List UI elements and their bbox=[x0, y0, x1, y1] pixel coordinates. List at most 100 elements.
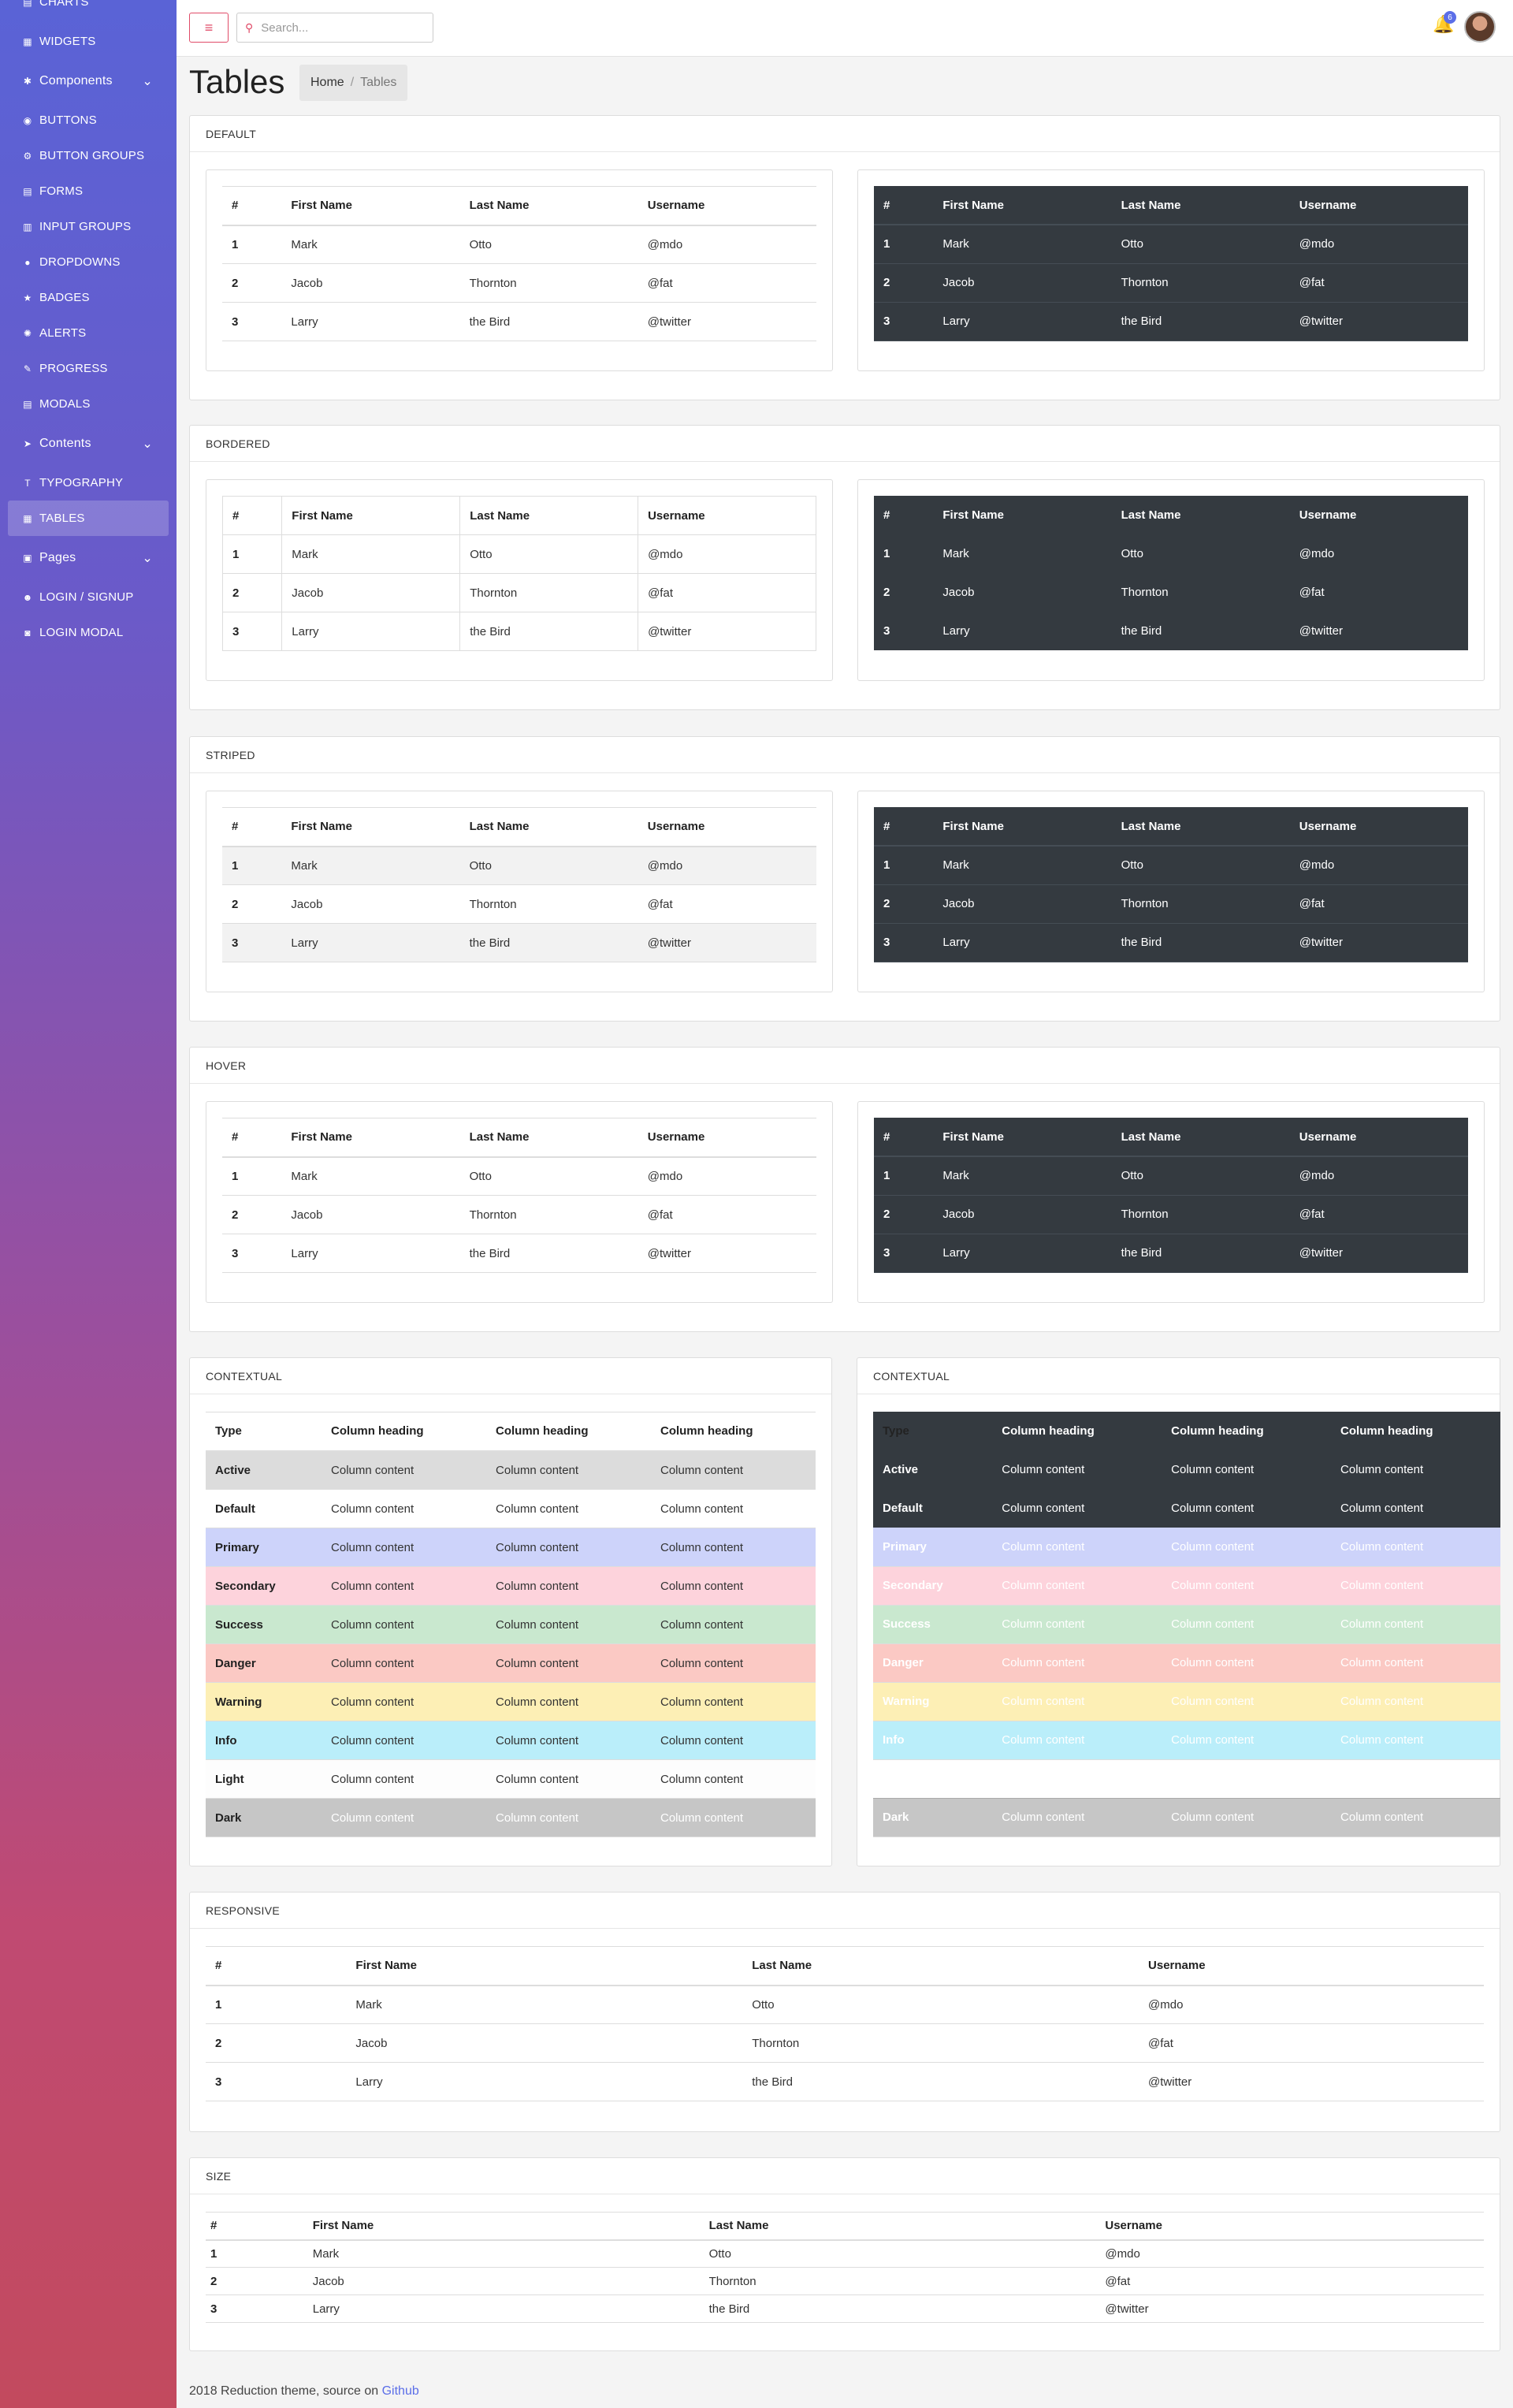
table-cell: @twitter bbox=[1100, 2294, 1484, 2323]
table-cell: @mdo bbox=[1100, 2239, 1484, 2268]
column-header: Username bbox=[638, 1118, 816, 1158]
table-cell: Thornton bbox=[742, 2023, 1139, 2063]
table-cell: 1 bbox=[222, 846, 282, 885]
login-icon: ☻ bbox=[22, 591, 33, 603]
table-cell: @twitter bbox=[1299, 624, 1343, 638]
table-cell: Otto bbox=[459, 1156, 638, 1196]
table-cell: Column content bbox=[650, 1566, 816, 1606]
table-cell: Column content bbox=[650, 1643, 816, 1683]
sidebar-item-button-groups[interactable]: ⚙ BUTTON GROUPS bbox=[8, 138, 169, 173]
table-row: 1 Mark Otto @mdo bbox=[874, 846, 1468, 885]
topbar: ≡ ⚲ Search... 🔔 6 bbox=[177, 0, 1513, 57]
sidebar-item-label: Contents bbox=[39, 436, 91, 450]
sidebar-item-modals[interactable]: ▤ MODALS bbox=[8, 386, 169, 422]
sidebar-item-contents[interactable]: ➤ Contents ⌄ bbox=[8, 426, 169, 461]
sidebar-item-input-groups[interactable]: ▥ INPUT GROUPS bbox=[8, 209, 169, 244]
table-cell: @mdo bbox=[1289, 1156, 1468, 1196]
table-cell: Column content bbox=[650, 1682, 816, 1721]
table-row-danger: Danger Column content Column content Column… bbox=[873, 1643, 1500, 1683]
section-title-hover: HOVER bbox=[190, 1048, 1500, 1084]
table-header-row: # First Name Last Name Username bbox=[222, 186, 816, 226]
table-cell: Column content bbox=[322, 1643, 487, 1683]
table-cell: the Bird bbox=[1111, 923, 1290, 962]
column-header: # bbox=[874, 807, 934, 847]
table-cell: 3 bbox=[874, 923, 934, 962]
row-type-label: Warning bbox=[206, 1682, 322, 1721]
table-row: 2 Jacob Thornton @fat bbox=[206, 2267, 1484, 2295]
table-cell: Column content bbox=[1162, 1605, 1332, 1644]
footer-text: 2018 Reduction theme, source on bbox=[189, 2384, 382, 2398]
table-row: 2 Jacob Thornton @fat bbox=[222, 1195, 816, 1234]
striped-table: # First Name Last Name Username 1 Mark Otto @md… bbox=[222, 807, 816, 962]
contextual-table-card: CONTEXTUAL Type Column heading Column head… bbox=[189, 1357, 832, 1866]
column-header: Type bbox=[206, 1412, 322, 1452]
menu-toggle-button[interactable]: ≡ bbox=[189, 13, 229, 43]
bordered-dark-table-panel: # First Name Last Name Username 1 Mark Otto @md… bbox=[857, 479, 1485, 681]
table-header-row: # First Name Last Name Username bbox=[222, 1118, 816, 1158]
sidebar-item-dropdowns[interactable]: ● DROPDOWNS bbox=[8, 244, 169, 280]
striped-tables-card: STRIPED # First Name Last Name Username 1 Mar… bbox=[189, 736, 1500, 1022]
table-cell: 1 bbox=[221, 534, 283, 574]
table-row: 2 Jacob Thornton @fat bbox=[206, 2023, 1484, 2063]
table-cell: Larry bbox=[281, 1234, 460, 1273]
column-header: Last Name bbox=[704, 2212, 1101, 2241]
table-cell: Column content bbox=[992, 1489, 1162, 1528]
row-type-label: Active bbox=[206, 1450, 322, 1490]
breadcrumb: Home / Tables bbox=[299, 65, 408, 101]
table-row: 2 Jacob Thornton @fat bbox=[221, 573, 816, 612]
table-cell: Column content bbox=[486, 1759, 651, 1799]
sidebar-item-alerts[interactable]: ✺ ALERTS bbox=[8, 315, 169, 351]
table-cell: Column content bbox=[322, 1450, 487, 1490]
table-cell: Thornton bbox=[459, 573, 639, 612]
table-row: 3 Larry the Bird @twitter bbox=[222, 1234, 816, 1273]
table-cell: Otto bbox=[704, 2239, 1101, 2268]
breadcrumb-home-link[interactable]: Home bbox=[310, 76, 344, 90]
table-cell: 2 bbox=[206, 2023, 347, 2063]
table-cell: Column content bbox=[1162, 1682, 1332, 1721]
sidebar-item-badges[interactable]: ★ BADGES bbox=[8, 280, 169, 315]
table-cell: Column content bbox=[1162, 1528, 1332, 1567]
sidebar-item-components[interactable]: ✱ Components ⌄ bbox=[8, 63, 169, 99]
column-header: Last Name bbox=[742, 1946, 1139, 1986]
contextual-dark-table-card: CONTEXTUAL Type Column heading Column head… bbox=[857, 1357, 1500, 1866]
size-table-card: SIZE # First Name Last Name Username 1 Mark Ot… bbox=[189, 2157, 1500, 2351]
contextual-dark-table: Type Column heading Column heading Column h… bbox=[873, 1412, 1500, 1837]
contents-icon: ➤ bbox=[23, 437, 32, 449]
sidebar-item-pages[interactable]: ▣ Pages ⌄ bbox=[8, 540, 169, 575]
search-input[interactable]: ⚲ Search... bbox=[236, 13, 433, 43]
table-cell: Column content bbox=[1331, 1450, 1500, 1489]
table-cell: 3 bbox=[206, 2294, 308, 2323]
table-cell: Thornton bbox=[459, 1195, 638, 1234]
table-row: 3 Larry the Bird @twitter bbox=[222, 302, 816, 341]
table-row: 3 Larry the Bird @twitter bbox=[874, 1234, 1468, 1273]
table-cell: the Bird bbox=[742, 2062, 1139, 2101]
sidebar-item-chart[interactable]: ▤ CHARTS bbox=[8, 0, 169, 20]
github-link[interactable]: Github bbox=[382, 2384, 419, 2398]
sidebar-item-login[interactable]: ☻ LOGIN / SIGNUP bbox=[8, 579, 169, 615]
sidebar-item-typography[interactable]: T TYPOGRAPHY bbox=[8, 465, 169, 501]
bordered-table: # First Name Last Name Username 1 Mark Otto @md… bbox=[221, 496, 816, 651]
sidebar-item-widgets[interactable]: ▦ WIDGETS bbox=[8, 24, 169, 59]
sidebar-item-buttons[interactable]: ◉ BUTTONS bbox=[8, 102, 169, 138]
table-cell: 1 bbox=[874, 1156, 934, 1196]
sidebar-item-forms[interactable]: ▤ FORMS bbox=[8, 173, 169, 209]
section-title-bordered: BORDERED bbox=[190, 426, 1500, 462]
table-row: 3 Larry the Bird @twitter bbox=[222, 923, 816, 962]
sidebar-item-progress[interactable]: ✎ PROGRESS bbox=[8, 351, 169, 386]
alerts-icon: ✺ bbox=[23, 327, 32, 339]
sidebar-item-tables[interactable]: ▦ TABLES bbox=[8, 501, 169, 536]
footer: 2018 Reduction theme, source on Github bbox=[189, 2384, 419, 2399]
table-header-row: # First Name Last Name Username bbox=[874, 1118, 1468, 1157]
table-cell: Jacob bbox=[933, 263, 1112, 303]
user-avatar[interactable] bbox=[1464, 11, 1496, 43]
column-header: Username bbox=[638, 186, 816, 226]
default-table: # First Name Last Name Username 1 Mark Otto @md… bbox=[222, 186, 816, 341]
buttons-icon: ◉ bbox=[23, 114, 32, 126]
sidebar-item-label: BUTTONS bbox=[39, 114, 97, 127]
table-row-light: Light Column content Column content Column … bbox=[206, 1759, 816, 1799]
row-type-label: Info bbox=[206, 1721, 322, 1760]
table-cell: Thornton bbox=[1111, 1195, 1290, 1234]
table-cell: 2 bbox=[206, 2267, 308, 2295]
sidebar-item-login-modal[interactable]: ◙ LOGIN MODAL bbox=[8, 615, 169, 650]
table-cell: @mdo bbox=[638, 534, 816, 574]
